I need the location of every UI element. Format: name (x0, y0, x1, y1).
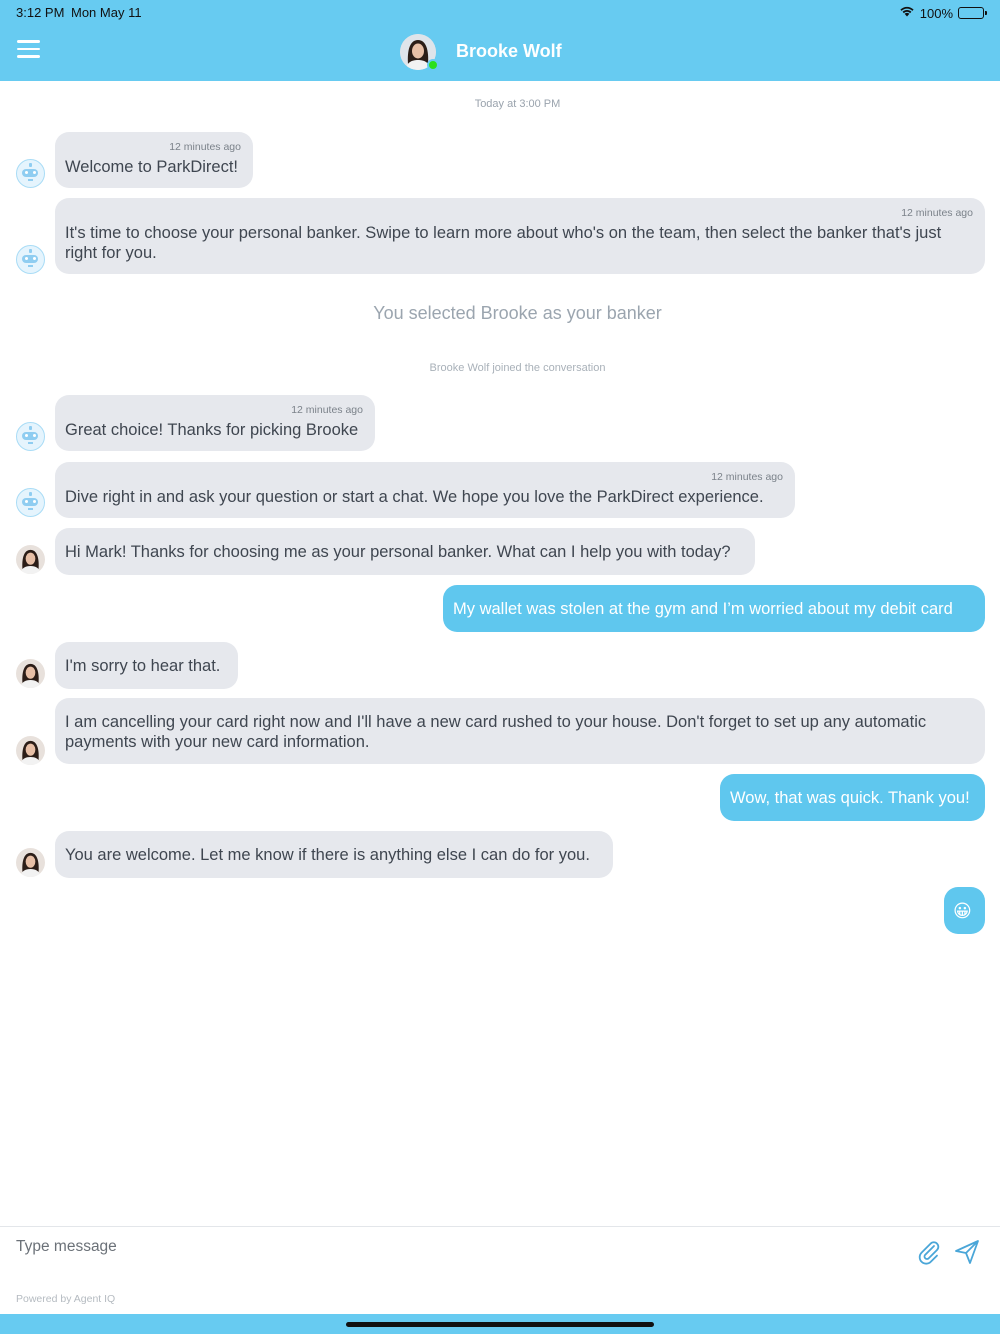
home-indicator[interactable] (346, 1322, 654, 1327)
message-bubble-incoming[interactable]: 12 minutes ago Great choice! Thanks for … (55, 395, 375, 451)
message-text: Hi Mark! Thanks for choosing me as your … (65, 543, 731, 561)
battery-icon (958, 7, 987, 19)
message-text: I am cancelling your card right now and … (65, 713, 927, 751)
message-timestamp: 12 minutes ago (901, 207, 973, 219)
message-bubble-outgoing[interactable]: 😀 (944, 887, 985, 934)
agent-avatar (16, 659, 45, 688)
emoji-message: 😀 (953, 901, 972, 921)
contact-name: Brooke Wolf (456, 41, 562, 61)
message-timestamp: 12 minutes ago (711, 471, 783, 483)
contact-avatar[interactable] (400, 34, 439, 71)
message-bubble-incoming[interactable]: 12 minutes ago Welcome to ParkDirect! (55, 132, 253, 188)
paperclip-icon[interactable] (915, 1238, 943, 1266)
message-input[interactable] (16, 1235, 876, 1259)
agent-avatar (16, 848, 45, 877)
message-bubble-incoming[interactable]: I am cancelling your card right now and … (55, 698, 985, 764)
header-bar: 3:12 PM Mon May 11 100% Brooke Wolf (0, 0, 1000, 81)
message-text: It's time to choose your personal banker… (65, 224, 942, 262)
join-notice: Brooke Wolf joined the conversation (429, 362, 606, 374)
home-bar-area (0, 1314, 1000, 1334)
message-bubble-outgoing[interactable]: Wow, that was quick. Thank you! (720, 774, 985, 821)
message-bubble-outgoing[interactable]: My wallet was stolen at the gym and I’m … (443, 585, 985, 632)
banker-selection-notice: You selected Brooke as your banker (373, 303, 662, 323)
bot-avatar (16, 245, 45, 274)
bot-avatar (16, 422, 45, 451)
status-indicators: 100% (899, 4, 987, 22)
powered-by-label: Powered by Agent IQ (16, 1293, 116, 1305)
message-bubble-incoming[interactable]: I'm sorry to hear that. (55, 642, 238, 689)
online-status-dot (427, 59, 439, 71)
message-text: You are welcome. Let me know if there is… (65, 846, 590, 864)
message-bubble-incoming[interactable]: Hi Mark! Thanks for choosing me as your … (55, 528, 755, 575)
wifi-icon (899, 4, 915, 22)
message-bubble-incoming[interactable]: 12 minutes ago It's time to choose your … (55, 198, 985, 274)
message-text: My wallet was stolen at the gym and I’m … (453, 600, 953, 618)
bot-avatar (16, 488, 45, 517)
message-text: Welcome to ParkDirect! (65, 158, 238, 176)
message-timestamp: 12 minutes ago (291, 404, 363, 416)
message-text: I'm sorry to hear that. (65, 657, 221, 675)
message-bubble-incoming[interactable]: 12 minutes ago Dive right in and ask you… (55, 462, 795, 518)
message-composer: Powered by Agent IQ (0, 1226, 1000, 1314)
bot-avatar (16, 159, 45, 188)
message-text: Wow, that was quick. Thank you! (730, 789, 970, 807)
chat-app: 3:12 PM Mon May 11 100% Brooke Wolf Toda… (0, 0, 1000, 1334)
send-paper-plane-icon[interactable] (953, 1238, 981, 1266)
message-text: Great choice! Thanks for picking Brooke (65, 421, 359, 439)
battery-percentage: 100% (919, 5, 953, 21)
message-timestamp: 12 minutes ago (169, 141, 241, 153)
agent-avatar (16, 545, 45, 574)
status-time: 3:12 PM (16, 5, 65, 20)
status-date: Mon May 11 (71, 5, 142, 20)
date-stamp: Today at 3:00 PM (474, 98, 561, 110)
hamburger-menu-icon[interactable] (17, 40, 40, 58)
message-text: Dive right in and ask your question or s… (65, 488, 764, 506)
agent-avatar (16, 736, 45, 765)
message-bubble-incoming[interactable]: You are welcome. Let me know if there is… (55, 831, 613, 878)
message-list[interactable]: Today at 3:00 PM 12 minutes ago Welcome … (0, 81, 1000, 1226)
